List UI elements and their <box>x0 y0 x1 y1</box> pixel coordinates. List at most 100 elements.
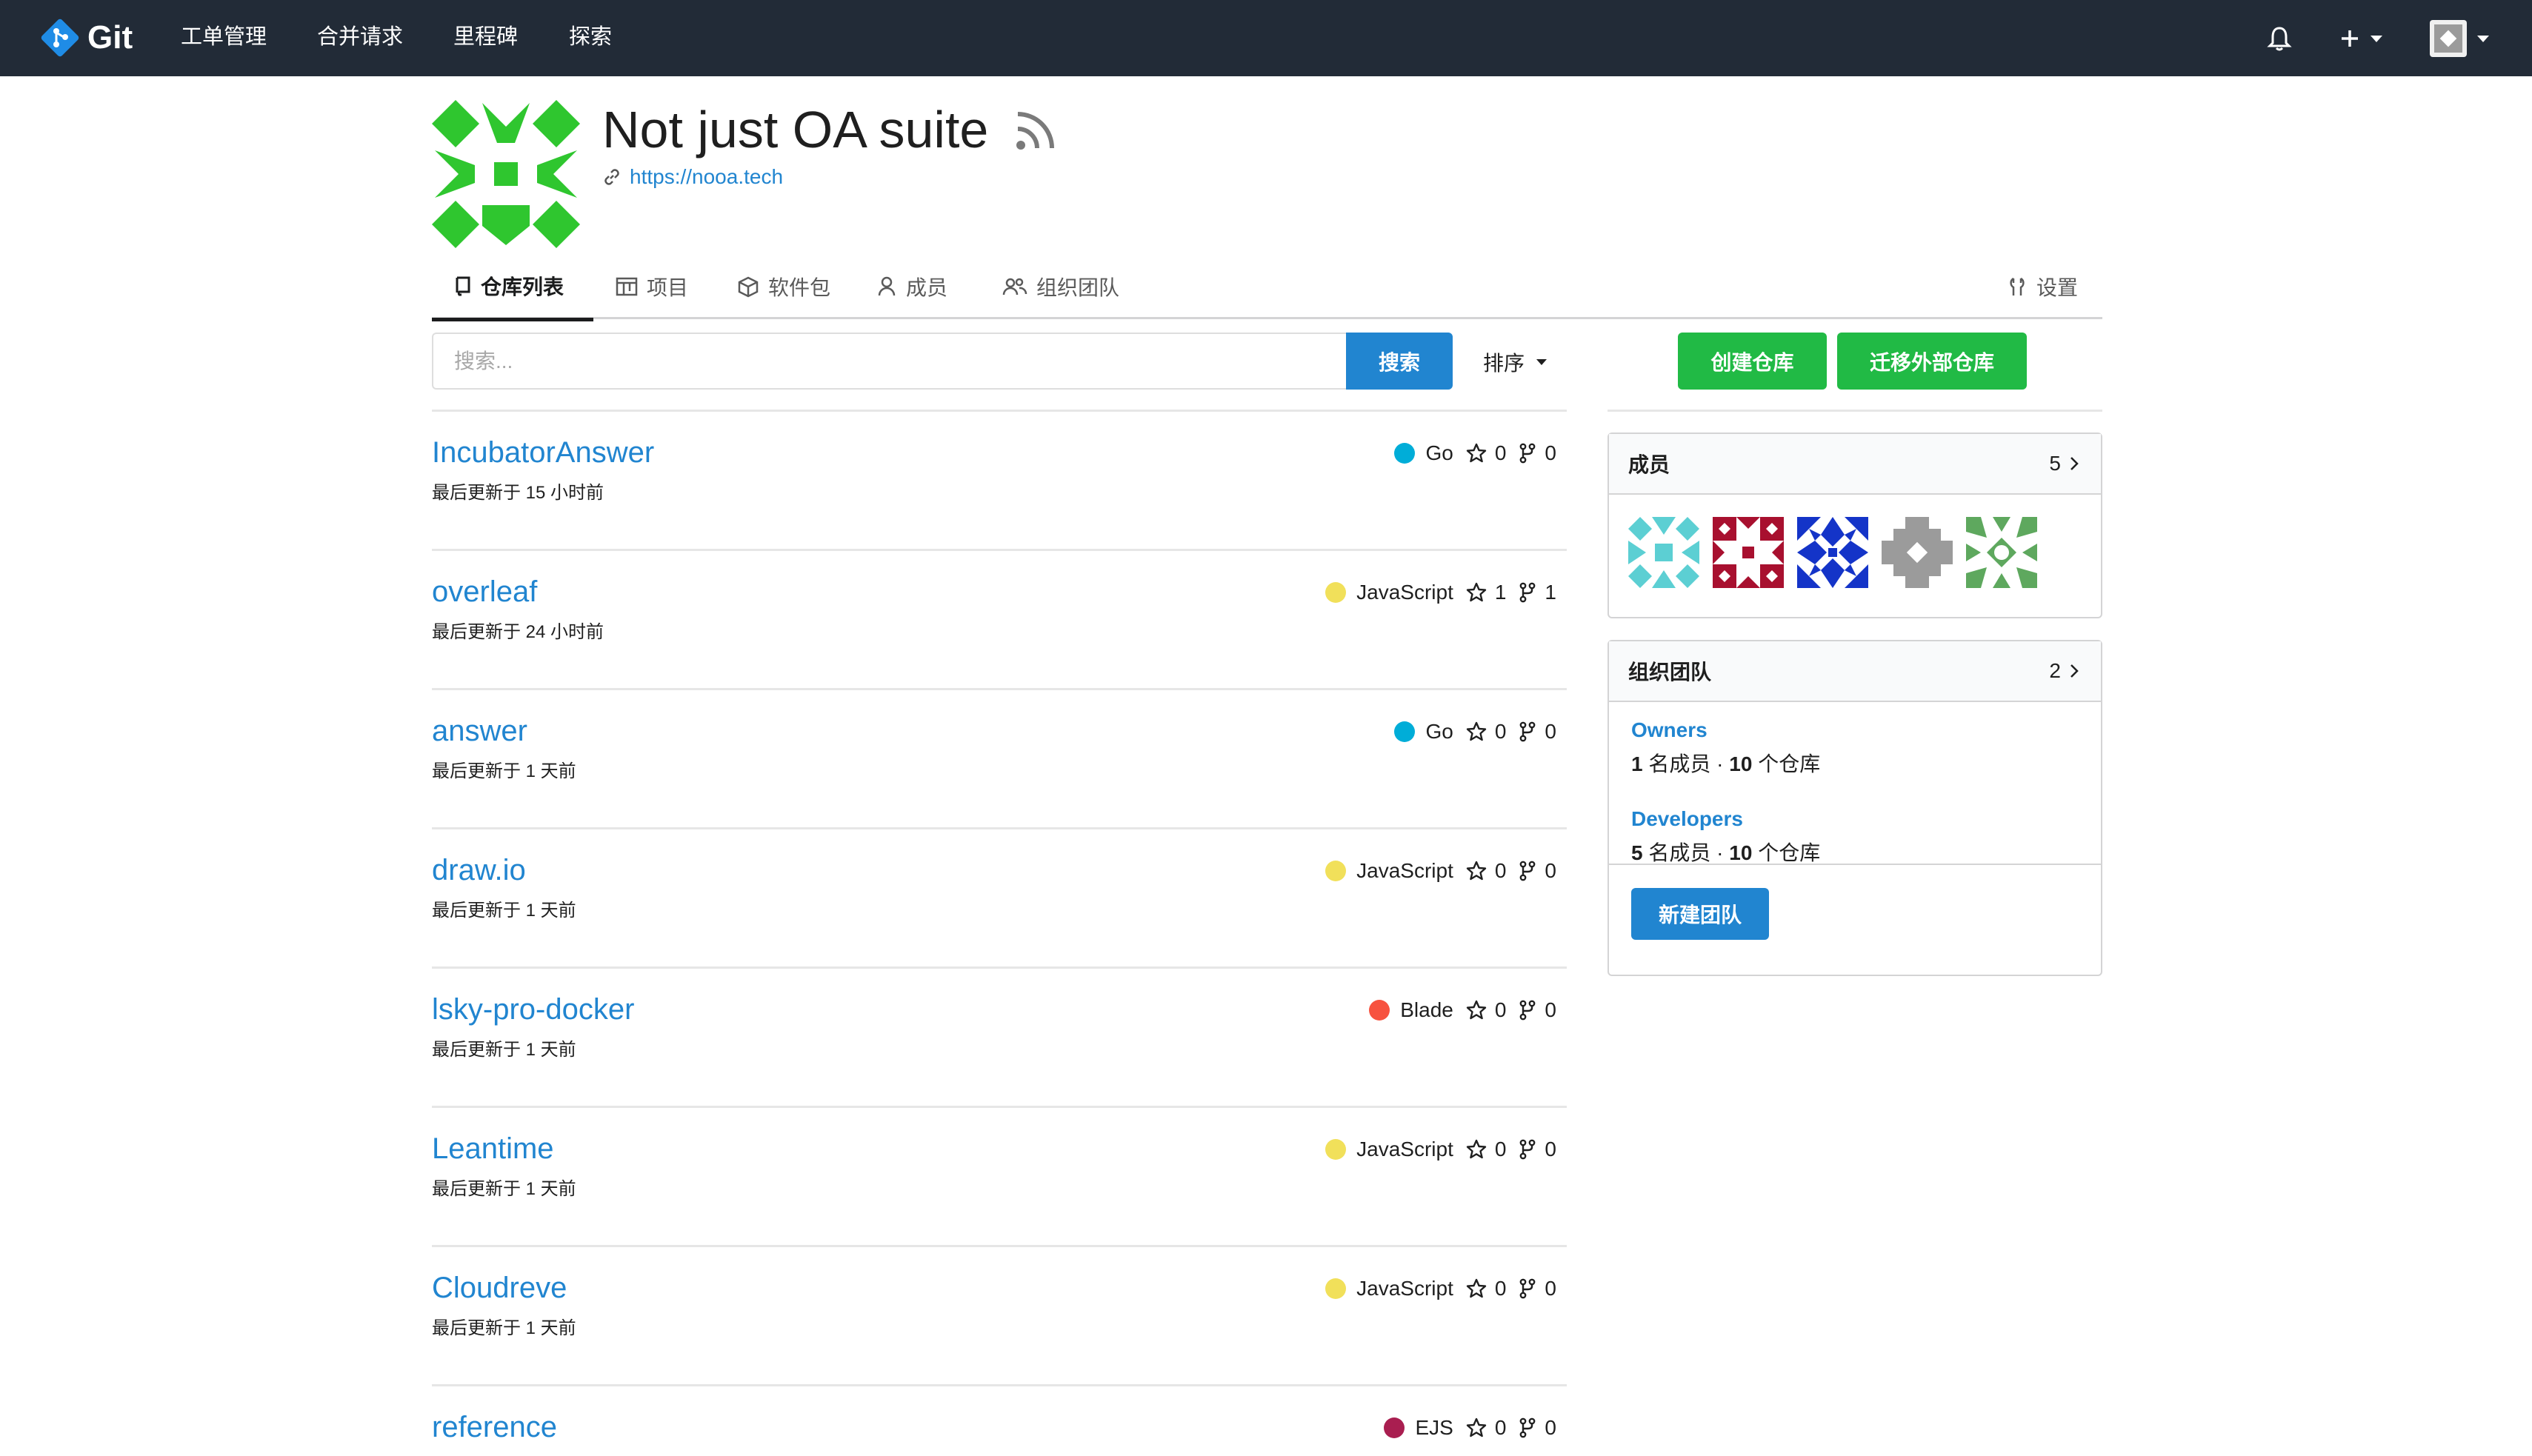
repo-name-link[interactable]: reference <box>432 1408 557 1446</box>
repo-language: EJS <box>1415 1416 1453 1439</box>
nav-explore[interactable]: 探索 <box>569 22 612 52</box>
repo-meta: JavaScript 0 0 <box>1325 1135 1556 1164</box>
org-website-link[interactable]: https://nooa.tech <box>602 163 783 191</box>
language-color-dot <box>1394 443 1416 464</box>
tab-label: 项目 <box>647 276 689 299</box>
language-color-dot <box>1394 721 1416 742</box>
bell-icon <box>2267 27 2292 51</box>
fork-count: 0 <box>1545 859 1556 882</box>
repo-forks[interactable]: 1 <box>1518 581 1556 604</box>
create-new-dropdown[interactable] <box>2339 18 2382 59</box>
repo-name-link[interactable]: answer <box>432 712 527 750</box>
nav-milestones[interactable]: 里程碑 <box>453 22 518 52</box>
team-member-count: 5 <box>1631 841 1643 864</box>
tab-members[interactable]: 成员 <box>876 254 947 319</box>
brand-home-link[interactable]: Git <box>37 12 133 64</box>
nav-issues[interactable]: 工单管理 <box>181 22 267 52</box>
repo-forks[interactable]: 0 <box>1518 720 1556 744</box>
repo-list-item: draw.io 最后更新于 1 天前 JavaScript 0 0 <box>432 827 1567 966</box>
language-color-dot <box>1325 861 1347 881</box>
repo-forks[interactable]: 0 <box>1518 859 1556 883</box>
sort-label: 排序 <box>1483 352 1525 375</box>
repo-stars[interactable]: 0 <box>1465 441 1519 465</box>
repo-name-link[interactable]: draw.io <box>432 851 526 889</box>
repo-name-link[interactable]: lsky-pro-docker <box>432 990 634 1029</box>
member-avatar[interactable] <box>1628 517 1699 588</box>
members-avatars <box>1609 495 2101 617</box>
language-color-dot <box>1325 1139 1347 1160</box>
member-avatar[interactable] <box>1882 517 1953 588</box>
repo-stars[interactable]: 0 <box>1465 998 1519 1022</box>
package-icon <box>738 276 759 298</box>
repo-forks[interactable]: 0 <box>1518 1138 1556 1161</box>
fork-icon <box>1520 582 1536 603</box>
members-count-link[interactable]: 5 <box>2049 452 2082 475</box>
member-avatar[interactable] <box>1797 517 1868 588</box>
nav-pull-requests[interactable]: 合并请求 <box>317 22 403 52</box>
fork-icon <box>1520 1278 1536 1299</box>
sidebar-divider <box>1608 410 2102 412</box>
member-avatar[interactable] <box>1966 517 2037 588</box>
migrate-repo-button[interactable]: 迁移外部仓库 <box>1837 333 2027 390</box>
tools-icon <box>2010 277 2025 295</box>
tab-projects[interactable]: 项目 <box>616 254 688 319</box>
members-count: 5 <box>2049 452 2061 475</box>
repo-forks[interactable]: 0 <box>1518 1277 1556 1300</box>
notifications-button[interactable] <box>2267 18 2292 59</box>
repo-search-input[interactable] <box>432 333 1347 390</box>
brand-name: Git <box>87 19 133 56</box>
repo-stars[interactable]: 0 <box>1465 1277 1519 1300</box>
star-count: 0 <box>1494 441 1507 464</box>
repo-list-item: IncubatorAnswer 最后更新于 15 小时前 Go 0 0 <box>432 410 1567 549</box>
tab-packages[interactable]: 软件包 <box>737 254 830 319</box>
repo-meta: EJS 0 0 <box>1384 1413 1556 1443</box>
repo-stars[interactable]: 0 <box>1465 1138 1519 1161</box>
repo-forks[interactable]: 0 <box>1518 998 1556 1022</box>
teams-card: 组织团队 2 Owners 1 名成员 · 10 个仓库 Developers … <box>1608 640 2102 976</box>
repo-stars[interactable]: 0 <box>1465 720 1519 744</box>
team-link-owners[interactable]: Owners <box>1631 718 1708 742</box>
git-logo-icon <box>41 19 79 57</box>
repo-forks[interactable]: 0 <box>1518 441 1556 465</box>
repo-list-item: Leantime 最后更新于 1 天前 JavaScript 0 0 <box>432 1106 1567 1245</box>
member-avatar[interactable] <box>1713 517 1784 588</box>
search-button[interactable]: 搜索 <box>1346 333 1453 390</box>
repo-name-link[interactable]: Cloudreve <box>432 1269 567 1307</box>
repo-meta: Blade 0 0 <box>1369 995 1556 1025</box>
teams-count-link[interactable]: 2 <box>2049 659 2082 683</box>
fork-icon <box>1520 1417 1536 1438</box>
user-menu-dropdown[interactable] <box>2430 18 2489 59</box>
repo-stars[interactable]: 1 <box>1465 581 1519 604</box>
tab-settings[interactable]: 设置 <box>2007 254 2078 319</box>
team-info-developers: 5 名成员 · 10 个仓库 <box>1631 837 1820 866</box>
chevron-down-icon <box>2477 35 2489 42</box>
fork-count: 0 <box>1545 720 1556 743</box>
star-icon <box>1466 1278 1487 1298</box>
tab-label: 仓库列表 <box>481 275 564 298</box>
repo-name-link[interactable]: Leantime <box>432 1129 554 1168</box>
repo-stars[interactable]: 0 <box>1465 1416 1519 1440</box>
repo-language: JavaScript <box>1356 1138 1453 1161</box>
tab-teams[interactable]: 组织团队 <box>1002 254 1119 319</box>
star-count: 0 <box>1494 1138 1507 1161</box>
new-team-button[interactable]: 新建团队 <box>1631 888 1769 940</box>
create-repo-button[interactable]: 创建仓库 <box>1678 333 1827 390</box>
org-tabs: 仓库列表 项目 软件包 成员 组织团队 设置 <box>432 254 2102 321</box>
tab-label: 成员 <box>906 276 948 299</box>
repo-forks[interactable]: 0 <box>1518 1416 1556 1440</box>
chevron-right-icon <box>2070 457 2079 470</box>
repo-stars[interactable]: 0 <box>1465 859 1519 883</box>
tab-label: 组织团队 <box>1036 276 1120 299</box>
tab-repositories[interactable]: 仓库列表 <box>432 254 593 321</box>
star-count: 0 <box>1494 720 1507 743</box>
language-color-dot <box>1384 1417 1405 1438</box>
separator-dot: · <box>1716 841 1724 864</box>
star-icon <box>1466 861 1487 881</box>
repo-name-link[interactable]: IncubatorAnswer <box>432 433 654 472</box>
rss-icon[interactable] <box>1013 107 1059 153</box>
team-link-developers[interactable]: Developers <box>1631 807 1743 831</box>
team-member-label: 名成员 <box>1648 841 1711 864</box>
repo-name-link[interactable]: overleaf <box>432 572 537 611</box>
sort-dropdown[interactable]: 排序 <box>1483 347 1547 377</box>
org-title: Not just OA suite <box>602 101 989 158</box>
